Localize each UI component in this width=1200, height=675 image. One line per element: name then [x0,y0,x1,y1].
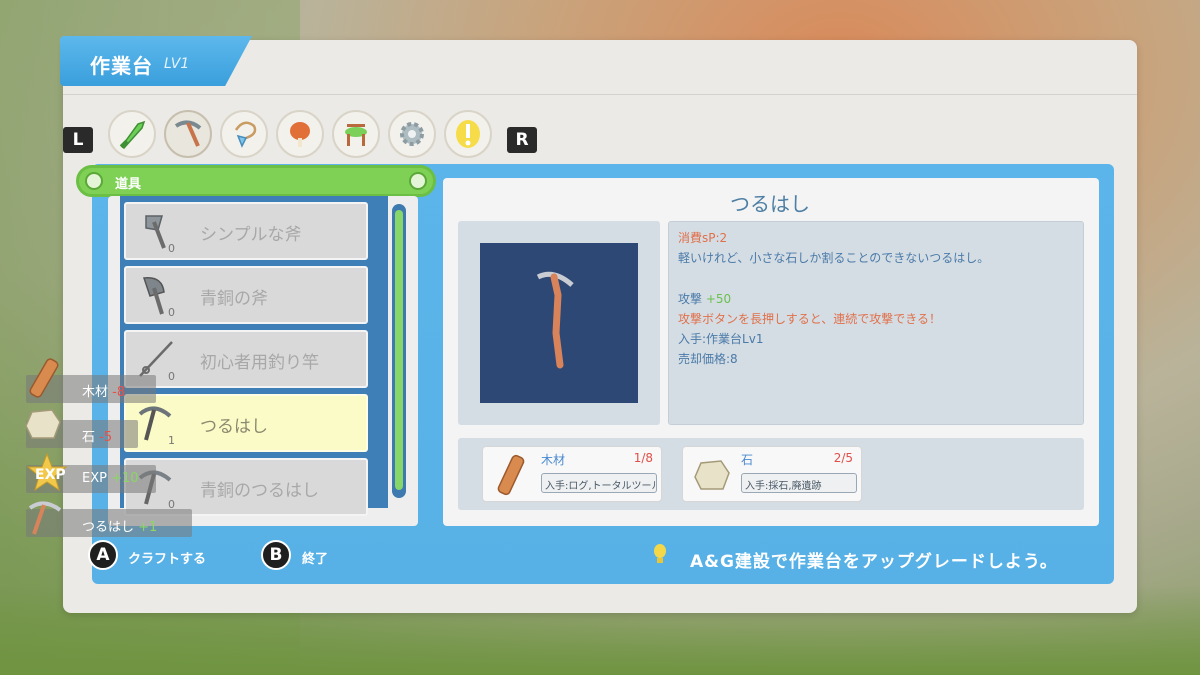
detail-title: つるはし [730,192,810,216]
notification-label: 石 -5 [82,426,112,445]
notif-delta: -8 [112,385,126,400]
header-divider [63,94,1137,95]
wood-icon [29,358,59,398]
pickaxe-preview-icon [536,271,574,369]
title-tab [60,36,252,86]
gear-icon [400,122,424,146]
hint-bulb-icon [654,544,666,563]
item-count: 1 [168,434,175,447]
pickaxe-icon [28,501,62,535]
notification-label: 木材 -8 [82,381,125,400]
material-source: 入手:ログ,トータルツール [541,473,657,493]
special-text: 攻撃ボタンを長押しすると、連続で攻撃できる！ [678,312,942,326]
notif-delta: -5 [99,430,113,445]
material-card-wood: 木材 1/8 入手:ログ,トータルツール [482,446,662,502]
list-item[interactable]: 0 初心者用釣り竿 [124,330,368,388]
list-item-selected[interactable]: 1 つるはし [124,394,368,452]
window-level: LV1 [164,56,190,72]
item-count: 0 [168,306,175,319]
furniture-icon [345,124,367,146]
notification-label: つるはし +1 [82,516,157,535]
exit-b-button[interactable]: B [261,540,291,570]
exit-label[interactable]: 終了 [302,548,328,567]
item-label: 青銅のつるはし [200,481,319,501]
material-name: 木材 [541,453,566,467]
notif-name: 石 [82,430,96,445]
list-item[interactable]: 0 青銅の斧 [124,266,368,324]
material-name: 石 [741,453,754,467]
notif-name: EXP [82,471,107,486]
sell-price-text: 売却価格:8 [678,352,738,366]
tab-parts[interactable] [388,110,436,158]
tab-furniture[interactable] [332,110,380,158]
cost-text: 消費sP:2 [678,231,728,245]
exp-icon-text: EXP [35,467,66,483]
notif-name: 木材 [82,385,109,400]
notif-delta: +10 [111,471,139,486]
material-count: 2/5 [833,451,853,465]
scroll-thumb[interactable] [395,210,403,490]
hint-text: A&G建設で作業台をアップグレードしよう。 [690,552,1058,572]
exclamation-icon [456,120,480,148]
material-count: 1/8 [633,451,653,465]
item-label: 初心者用釣り竿 [200,353,319,373]
tab-tools[interactable] [164,110,212,158]
description-text: 軽いけれど、小さな石しか割ることのできないつるはし。 [678,251,990,265]
tab-special[interactable] [444,110,492,158]
attack-stat: 攻撃 +50 [678,290,731,307]
item-preview [480,243,638,403]
item-count: 0 [168,370,175,383]
tab-food[interactable] [276,110,324,158]
list-item[interactable]: 0 青銅のつるはし [124,458,368,516]
attack-label: 攻撃 [678,292,703,306]
food-icon [290,122,310,147]
material-card-stone: 石 2/5 入手:採石,廃遺跡 [682,446,862,502]
notif-name: つるはし [82,520,135,535]
stone-icon [25,409,61,439]
attack-value: +50 [705,292,732,306]
pickaxe-icon [174,120,202,147]
item-label: つるはし [200,417,268,437]
stone-icon [694,460,730,490]
accessory-icon [234,121,257,148]
tab-next-r-button[interactable]: R [507,127,537,153]
item-count: 0 [168,242,175,255]
craft-label[interactable]: クラフトする [128,548,206,567]
notif-delta: +1 [138,520,158,535]
item-label: 青銅の斧 [200,289,268,309]
tab-accessory[interactable] [220,110,268,158]
weapon-icon [119,120,146,150]
item-label: シンプルな斧 [200,225,302,245]
notification-label: EXP +10 [82,471,139,486]
obtain-text: 入手:作業台Lv1 [678,332,764,346]
tab-prev-l-button[interactable]: L [63,127,93,153]
wood-icon [497,454,525,496]
list-scrollbar[interactable] [392,204,406,498]
window-title: 作業台 [90,54,153,78]
tab-weapon[interactable] [108,110,156,158]
material-source: 入手:採石,廃遺跡 [741,473,857,493]
recipe-list: 0 シンプルな斧 0 青銅の斧 0 初心者用釣り竿 1 つるはし 0 青銅のつる… [120,196,388,516]
craft-a-button[interactable]: A [88,540,118,570]
